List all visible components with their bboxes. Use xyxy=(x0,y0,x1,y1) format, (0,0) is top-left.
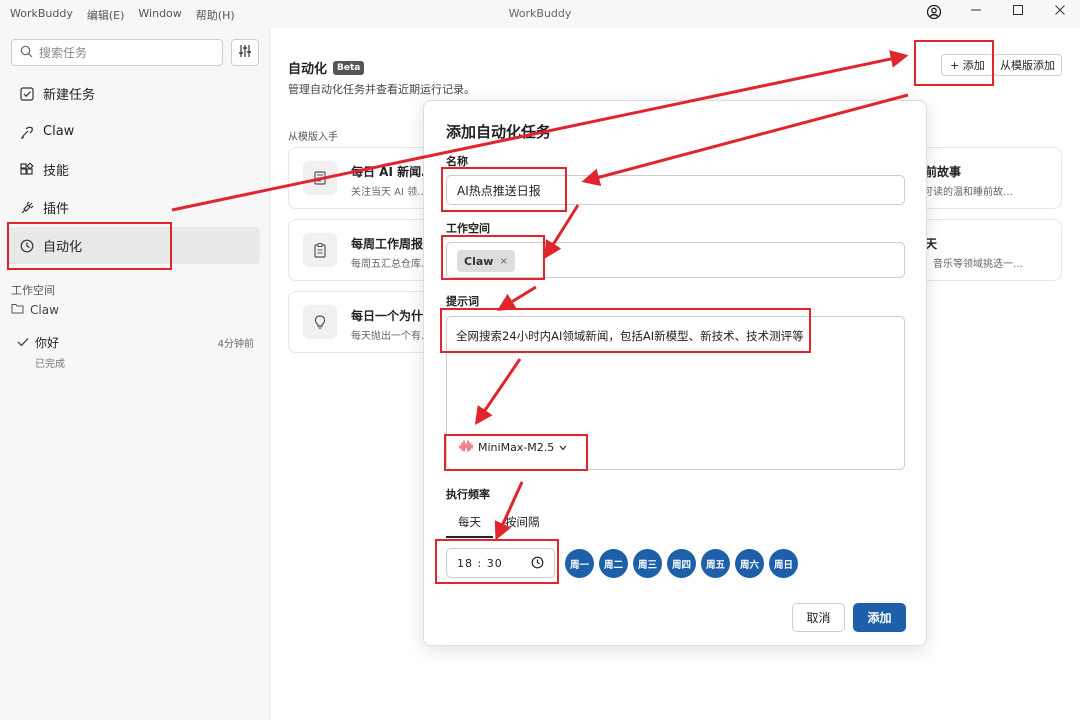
close-icon[interactable] xyxy=(1052,4,1068,20)
claw-icon xyxy=(20,125,34,139)
lightbulb-icon xyxy=(303,305,337,339)
card-title: 每周工作周报 xyxy=(351,237,424,251)
day-fri[interactable]: 周五 xyxy=(701,549,730,578)
add-button[interactable]: + 添加 xyxy=(941,54,994,76)
sidebar-nav: 新建任务 Claw 技能 插件 自动化 xyxy=(8,75,260,265)
beta-badge: Beta xyxy=(333,60,365,75)
check-icon xyxy=(17,336,29,350)
title-bar: WorkBuddy 编辑(E) Window 帮助(H) WorkBuddy xyxy=(0,0,1080,28)
name-input[interactable] xyxy=(447,176,904,204)
sidebar-item-automation[interactable]: 自动化 xyxy=(8,227,260,264)
account-icon[interactable] xyxy=(926,4,942,20)
sidebar-item-plugins[interactable]: 插件 xyxy=(8,189,260,226)
sidebar-item-label: 插件 xyxy=(43,202,70,217)
prompt-text[interactable]: 全网搜索24小时内AI领域新闻，包括AI新模型、新技术、技术测评等 xyxy=(456,328,804,344)
sidebar-item-claw[interactable]: Claw xyxy=(8,113,260,150)
prompt-label: 提示词 xyxy=(446,295,479,308)
day-sat[interactable]: 周六 xyxy=(735,549,764,578)
new-task-icon xyxy=(20,86,34,101)
window-controls xyxy=(926,4,1068,20)
sidebar-item-label: 新建任务 xyxy=(43,88,96,103)
workspace-item-claw[interactable]: Claw xyxy=(11,303,59,317)
task-list-item[interactable]: 你好 4分钟前 已完成 xyxy=(17,334,257,370)
time-value: 18 : 30 xyxy=(457,556,503,570)
card-desc: 钟可读的温和睡前故… xyxy=(913,187,1013,198)
frequency-label: 执行频率 xyxy=(446,488,490,501)
sidebar: 新建任务 Claw 技能 插件 自动化 工作空间 xyxy=(0,28,270,720)
chip-close-icon[interactable]: × xyxy=(499,256,507,267)
card-desc: 关注当天 AI 领… xyxy=(351,187,428,198)
window-title: WorkBuddy xyxy=(508,7,572,20)
plugin-icon xyxy=(20,201,34,215)
workspace-label: 工作空间 xyxy=(446,222,490,235)
clock-icon[interactable] xyxy=(531,556,544,572)
add-automation-dialog: 添加自动化任务 名称 工作空间 Claw × 提示词 全网搜索24小时内AI领域… xyxy=(423,100,927,646)
confirm-add-button[interactable]: 添加 xyxy=(853,603,906,632)
workspace-field[interactable]: Claw × xyxy=(446,242,905,278)
model-name: MiniMax-M2.5 xyxy=(478,441,555,454)
frequency-tabs: 每天 按间隔 xyxy=(446,513,552,538)
day-tue[interactable]: 周二 xyxy=(599,549,628,578)
search-icon xyxy=(20,43,33,62)
newspaper-icon xyxy=(303,161,337,195)
add-from-template-button[interactable]: 从模版添加 xyxy=(993,54,1062,76)
task-title: 你好 xyxy=(35,336,60,350)
template-section-label: 从模版入手 xyxy=(288,132,338,143)
filter-button[interactable] xyxy=(231,39,259,66)
card-desc: 每周五汇总仓库… xyxy=(351,259,431,270)
sliders-icon xyxy=(238,43,252,62)
workspace-item-label: Claw xyxy=(30,303,59,317)
tab-interval[interactable]: 按间隔 xyxy=(493,513,552,538)
chevron-down-icon xyxy=(559,441,567,454)
workspace-section-title: 工作空间 xyxy=(11,284,55,297)
sidebar-item-skills[interactable]: 技能 xyxy=(8,151,260,188)
clock-icon xyxy=(20,239,34,253)
model-selector[interactable]: MiniMax-M2.5 xyxy=(459,440,567,455)
day-mon[interactable]: 周一 xyxy=(565,549,594,578)
folder-icon xyxy=(11,303,24,317)
day-wed[interactable]: 周三 xyxy=(633,549,662,578)
cancel-button[interactable]: 取消 xyxy=(792,603,845,632)
page-title: 自动化 Beta xyxy=(288,58,365,77)
page-subtitle: 管理自动化任务并查看近期运行记录。 xyxy=(288,83,475,96)
sidebar-item-new-task[interactable]: 新建任务 xyxy=(8,75,260,112)
clipboard-icon xyxy=(303,233,337,267)
dialog-title: 添加自动化任务 xyxy=(446,123,552,141)
weekday-selector: 周一 周二 周三 周四 周五 周六 周日 xyxy=(565,549,798,578)
task-status: 已完成 xyxy=(35,359,65,370)
day-sun[interactable]: 周日 xyxy=(769,549,798,578)
day-thu[interactable]: 周四 xyxy=(667,549,696,578)
sidebar-item-label: Claw xyxy=(43,124,75,139)
maximize-icon[interactable] xyxy=(1010,4,1026,20)
page-title-text: 自动化 xyxy=(288,62,328,77)
name-field[interactable] xyxy=(446,175,905,205)
search-box[interactable] xyxy=(11,39,223,66)
tab-daily[interactable]: 每天 xyxy=(446,513,493,538)
card-desc: 影、音乐等领域挑选一… xyxy=(913,259,1023,270)
workspace-chip[interactable]: Claw × xyxy=(457,250,515,272)
minimize-icon[interactable] xyxy=(968,4,984,20)
task-time: 4分钟前 xyxy=(217,339,254,350)
workspace-chip-label: Claw xyxy=(464,254,494,268)
search-input[interactable] xyxy=(39,45,209,60)
minimax-logo-icon xyxy=(459,440,473,455)
card-desc: 每天抛出一个有… xyxy=(351,331,431,342)
prompt-field[interactable]: 全网搜索24小时内AI领域新闻，包括AI新模型、新技术、技术测评等 MiniMa… xyxy=(446,316,905,470)
sidebar-item-label: 自动化 xyxy=(43,240,83,255)
sidebar-item-label: 技能 xyxy=(43,164,70,179)
card-title: 每日 AI 新闻… xyxy=(351,165,434,179)
skills-icon xyxy=(20,162,34,177)
time-input[interactable]: 18 : 30 xyxy=(446,548,555,578)
name-label: 名称 xyxy=(446,155,468,168)
